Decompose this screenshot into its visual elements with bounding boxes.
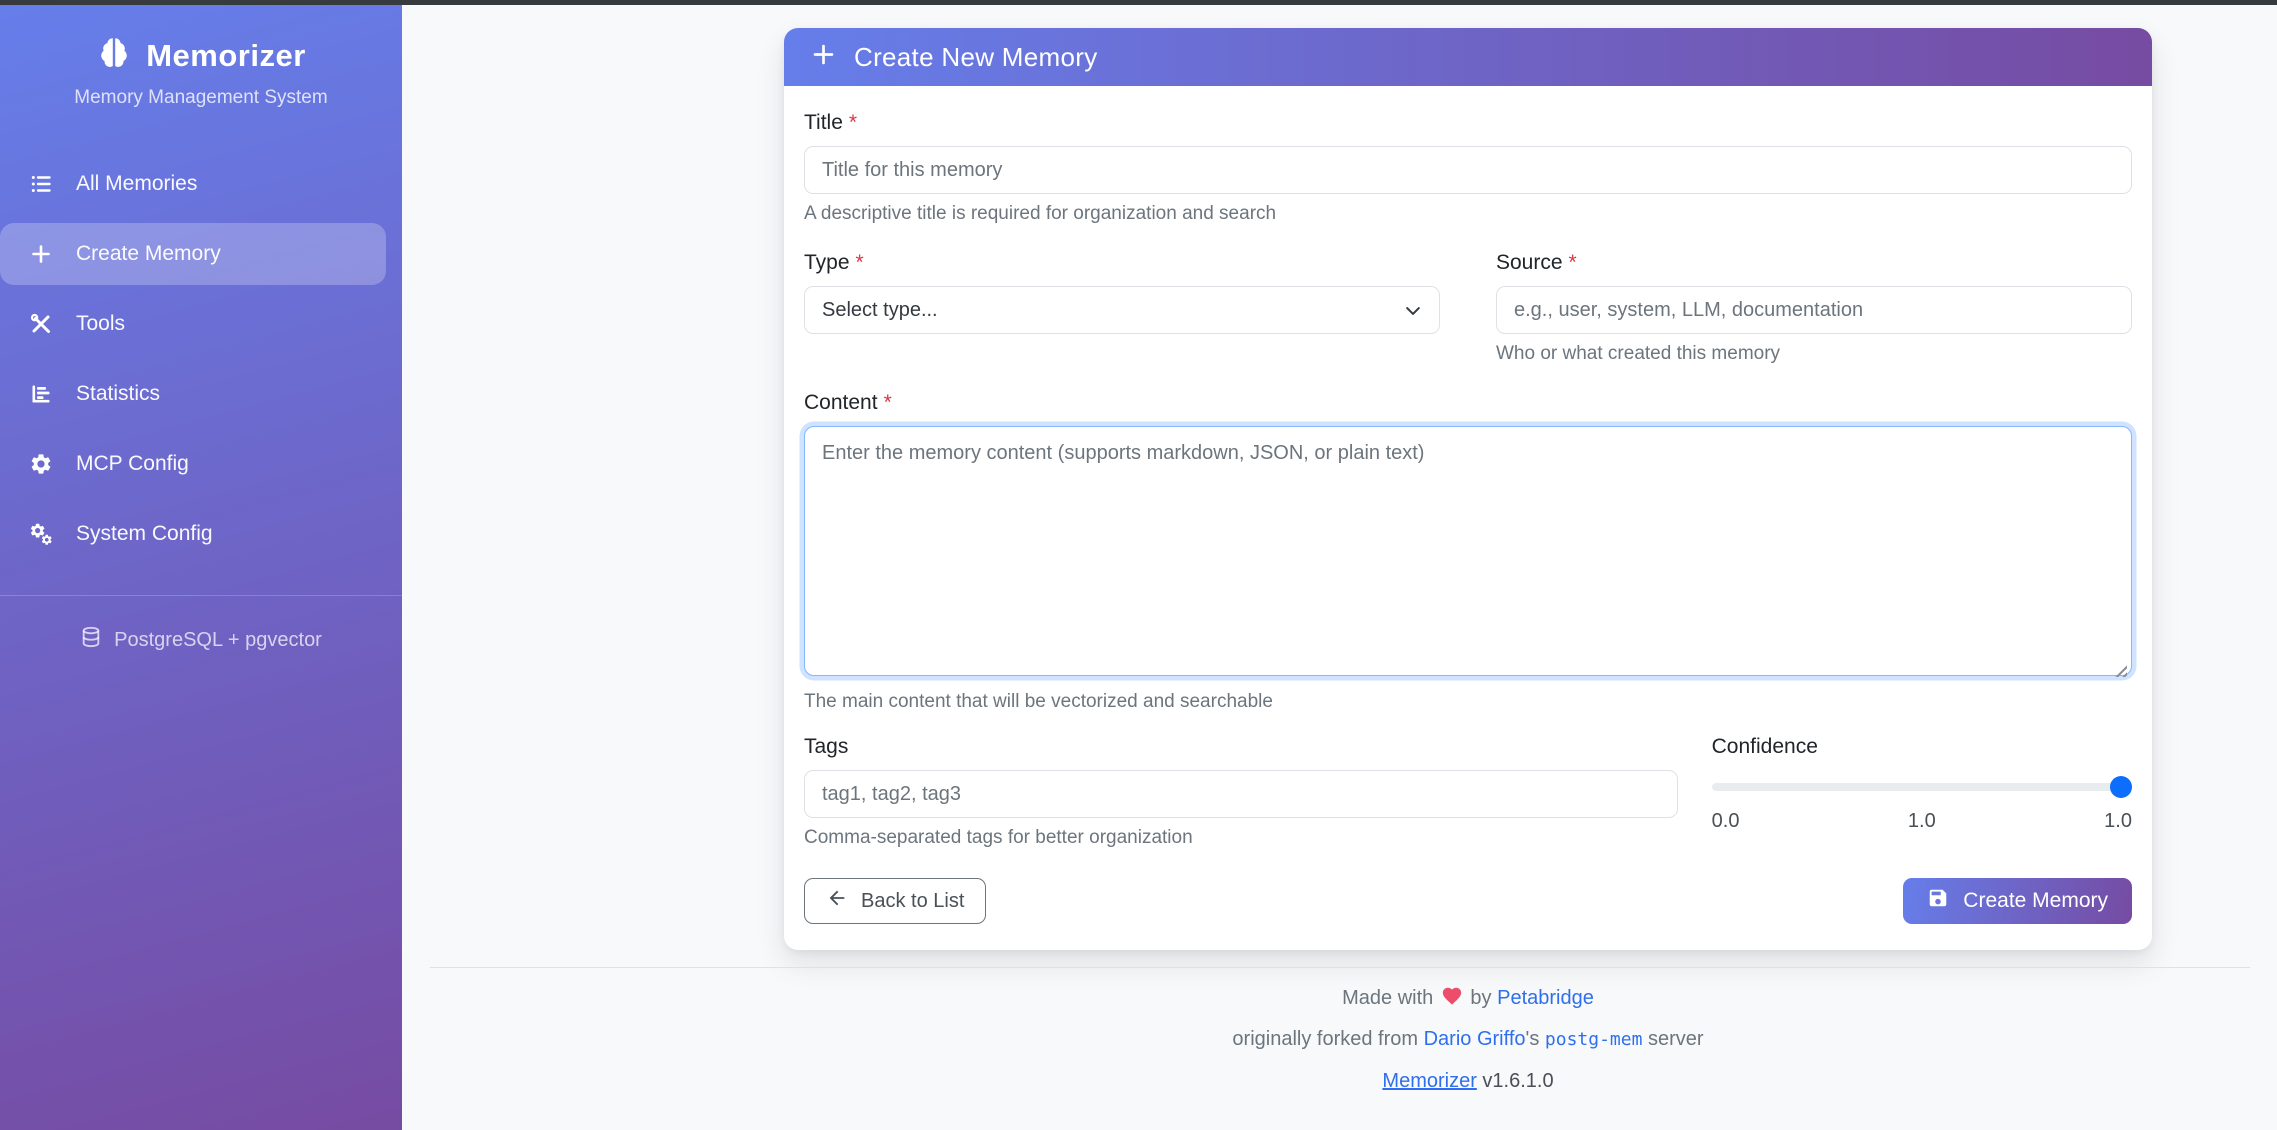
confidence-field-group: Confidence 0.0 1.0 1.0	[1712, 734, 2132, 850]
card-body: Title* A descriptive title is required f…	[784, 86, 2152, 950]
source-field-group: Source* Who or what created this memory	[1496, 250, 2132, 366]
plus-icon	[28, 241, 54, 267]
card-header: Create New Memory	[784, 28, 2152, 86]
title-label: Title*	[804, 110, 2132, 136]
chevron-down-icon	[1403, 301, 1423, 321]
create-memory-card: Create New Memory Title* A descriptive t…	[784, 28, 2152, 950]
heart-icon	[1441, 985, 1463, 1005]
confidence-label: Confidence	[1712, 734, 2132, 760]
tags-help-text: Comma-separated tags for better organiza…	[804, 826, 1678, 850]
tools-icon	[28, 311, 54, 337]
submit-button-label: Create Memory	[1963, 889, 2108, 913]
title-field-group: Title* A descriptive title is required f…	[804, 110, 2132, 226]
petabridge-link[interactable]: Petabridge	[1497, 987, 1594, 1009]
gear-icon	[28, 451, 54, 477]
window-top-bar	[0, 0, 2277, 5]
dario-griffo-link[interactable]: Dario Griffo	[1424, 1028, 1526, 1050]
source-label: Source*	[1496, 250, 2132, 276]
tags-input[interactable]	[804, 770, 1678, 818]
gears-icon	[28, 521, 54, 547]
app-subtitle: Memory Management System	[0, 87, 402, 109]
sidebar-item-label: System Config	[76, 522, 213, 546]
sidebar-db-label: PostgreSQL + pgvector	[114, 629, 322, 652]
sidebar-divider	[0, 595, 402, 596]
page-footer: Made with by Petabridge originally forke…	[784, 985, 2152, 1109]
source-input[interactable]	[1496, 286, 2132, 334]
main-content: Create New Memory Title* A descriptive t…	[402, 5, 2277, 1130]
content-label: Content*	[804, 390, 2132, 416]
required-asterisk: *	[856, 251, 864, 274]
confidence-min: 0.0	[1712, 810, 1740, 833]
confidence-mid: 1.0	[1908, 810, 1936, 833]
back-button-label: Back to List	[861, 890, 964, 913]
type-source-row: Type* Select type... Source*	[804, 250, 2132, 366]
bar-chart-icon	[28, 381, 54, 407]
type-select-value: Select type...	[822, 299, 938, 322]
database-icon	[80, 626, 102, 654]
required-asterisk: *	[1569, 251, 1577, 274]
list-icon	[28, 171, 54, 197]
sidebar-item-tools[interactable]: Tools	[0, 293, 402, 355]
version-text: v1.6.1.0	[1482, 1070, 1553, 1092]
form-actions: Back to List Create Memory	[804, 878, 2132, 924]
sidebar-db-status: PostgreSQL + pgvector	[0, 626, 402, 654]
back-to-list-button[interactable]: Back to List	[804, 878, 986, 924]
sidebar-item-mcp-config[interactable]: MCP Config	[0, 433, 402, 495]
tags-field-group: Tags Comma-separated tags for better org…	[804, 734, 1678, 850]
sidebar-item-label: All Memories	[76, 172, 197, 196]
create-memory-button[interactable]: Create Memory	[1903, 878, 2132, 924]
title-help-text: A descriptive title is required for orga…	[804, 202, 2132, 226]
content-textarea[interactable]	[804, 426, 2132, 676]
tags-confidence-row: Tags Comma-separated tags for better org…	[804, 734, 2132, 850]
footer-line-version: Memorizer v1.6.1.0	[784, 1068, 2152, 1094]
postg-mem-code: postg-mem	[1545, 1029, 1643, 1050]
brain-logo-icon	[96, 35, 132, 77]
confidence-slider[interactable]	[1712, 776, 2132, 798]
source-help-text: Who or what created this memory	[1496, 342, 2132, 366]
save-icon	[1927, 887, 1949, 915]
confidence-max: 1.0	[2104, 810, 2132, 833]
sidebar-item-create-memory[interactable]: Create Memory	[0, 223, 386, 285]
sidebar-item-label: Statistics	[76, 382, 160, 406]
sidebar: Memorizer Memory Management System All M…	[0, 5, 402, 1130]
sidebar-item-statistics[interactable]: Statistics	[0, 363, 402, 425]
footer-line-forked: originally forked from Dario Griffo's po…	[784, 1026, 2152, 1053]
arrow-left-icon	[826, 887, 848, 915]
footer-line-made-with: Made with by Petabridge	[784, 985, 2152, 1011]
content-help-text: The main content that will be vectorized…	[804, 690, 2132, 714]
card-title: Create New Memory	[854, 42, 1098, 73]
footer-divider	[430, 967, 2250, 968]
sidebar-nav: All Memories Create Memory Tools	[0, 153, 402, 565]
sidebar-item-label: Tools	[76, 312, 125, 336]
required-asterisk: *	[884, 391, 892, 414]
type-label: Type*	[804, 250, 1440, 276]
memorizer-link[interactable]: Memorizer	[1382, 1070, 1476, 1092]
confidence-scale: 0.0 1.0 1.0	[1712, 810, 2132, 833]
sidebar-item-system-config[interactable]: System Config	[0, 503, 402, 565]
brand: Memorizer Memory Management System	[0, 5, 402, 109]
required-asterisk: *	[849, 111, 857, 134]
tags-label: Tags	[804, 734, 1678, 760]
sidebar-item-all-memories[interactable]: All Memories	[0, 153, 402, 215]
content-field-group: Content* The main content that will be v…	[804, 390, 2132, 714]
type-select[interactable]: Select type...	[804, 286, 1440, 334]
sidebar-item-label: MCP Config	[76, 452, 189, 476]
sidebar-item-label: Create Memory	[76, 242, 221, 266]
title-input[interactable]	[804, 146, 2132, 194]
type-field-group: Type* Select type...	[804, 250, 1440, 366]
app-title: Memorizer	[146, 38, 306, 74]
plus-icon	[810, 41, 837, 74]
